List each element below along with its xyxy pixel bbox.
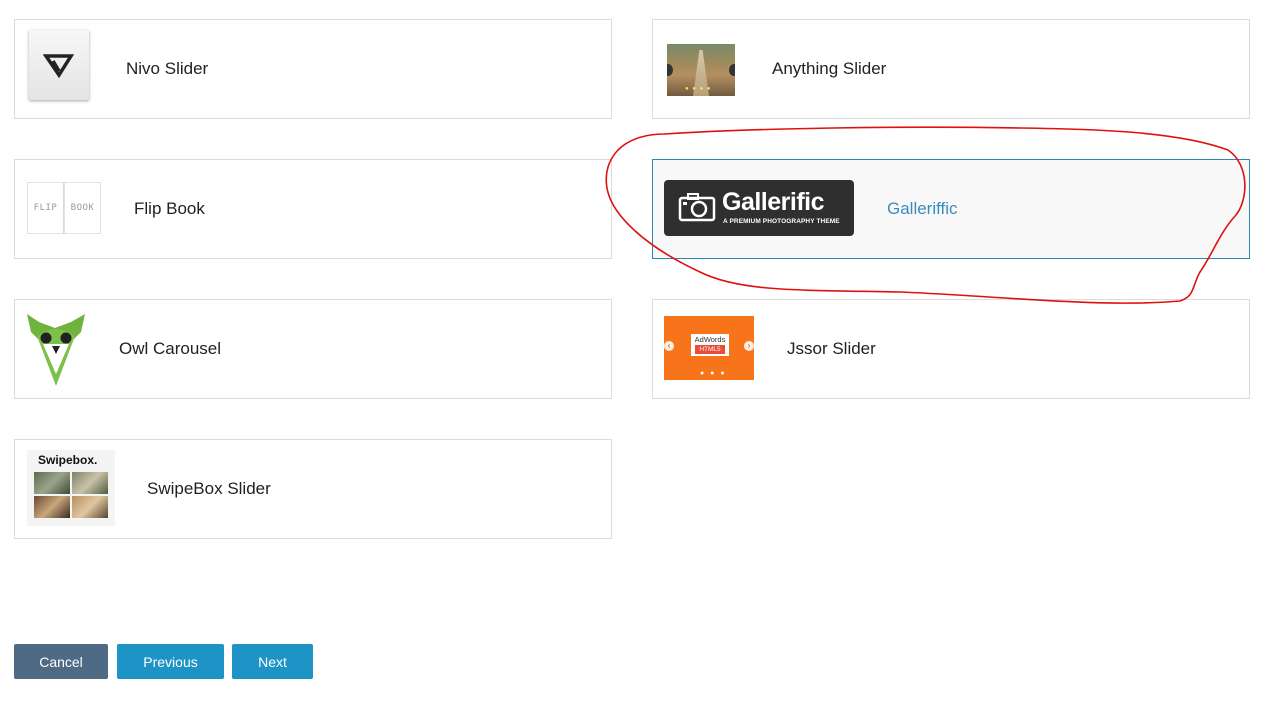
option-label: Jssor Slider [787, 339, 876, 358]
cancel-button[interactable]: Cancel [14, 644, 108, 679]
anything-slider-thumbnail: ● ● ● ● [667, 44, 735, 96]
option-nivo-slider[interactable]: Nivo Slider [14, 19, 612, 119]
jssor-html5-badge: HTML5 [695, 345, 725, 354]
jssor-slider-thumbnail: ‹ › AdWords HTML5 ● ● ● [664, 316, 754, 380]
galleriffic-logo: Gallerific A PREMIUM PHOTOGRAPHY THEME [664, 180, 854, 236]
option-label: Flip Book [134, 199, 205, 218]
option-owl-carousel[interactable]: Owl Carousel [14, 299, 612, 399]
option-label: SwipeBox Slider [147, 479, 271, 498]
chevron-right-icon: › [744, 341, 754, 351]
option-label: Galleriffic [887, 199, 958, 218]
option-anything-slider[interactable]: ● ● ● ● Anything Slider [652, 19, 1250, 119]
option-label: Anything Slider [772, 59, 887, 78]
option-jssor-slider[interactable]: ‹ › AdWords HTML5 ● ● ● Jssor Slider [652, 299, 1250, 399]
next-button[interactable]: Next [232, 644, 313, 679]
galleriffic-logo-text: Gallerific [722, 188, 825, 216]
flip-book-thumbnail: FLIP BOOK [27, 182, 101, 234]
chevron-left-icon: ‹ [664, 341, 674, 351]
camera-icon [678, 193, 716, 222]
option-swipebox-slider[interactable]: Swipebox. SwipeBox Slider [14, 439, 612, 539]
previous-button[interactable]: Previous [117, 644, 224, 679]
flip-book-left-page: FLIP [27, 182, 64, 234]
swipebox-thumbnail: Swipebox. [27, 450, 115, 526]
swipebox-logo-text: Swipebox. [38, 453, 98, 467]
option-label: Nivo Slider [126, 59, 209, 78]
option-flip-book[interactable]: FLIP BOOK Flip Book [14, 159, 612, 259]
owl-carousel-logo [25, 310, 87, 388]
option-label: Owl Carousel [119, 339, 222, 358]
option-galleriffic[interactable]: Gallerific A PREMIUM PHOTOGRAPHY THEME G… [652, 159, 1250, 259]
jssor-ad-text: AdWords [694, 335, 726, 344]
nivo-slider-logo [29, 30, 89, 100]
galleriffic-tagline: A PREMIUM PHOTOGRAPHY THEME [723, 218, 840, 225]
flip-book-right-page: BOOK [64, 182, 101, 234]
